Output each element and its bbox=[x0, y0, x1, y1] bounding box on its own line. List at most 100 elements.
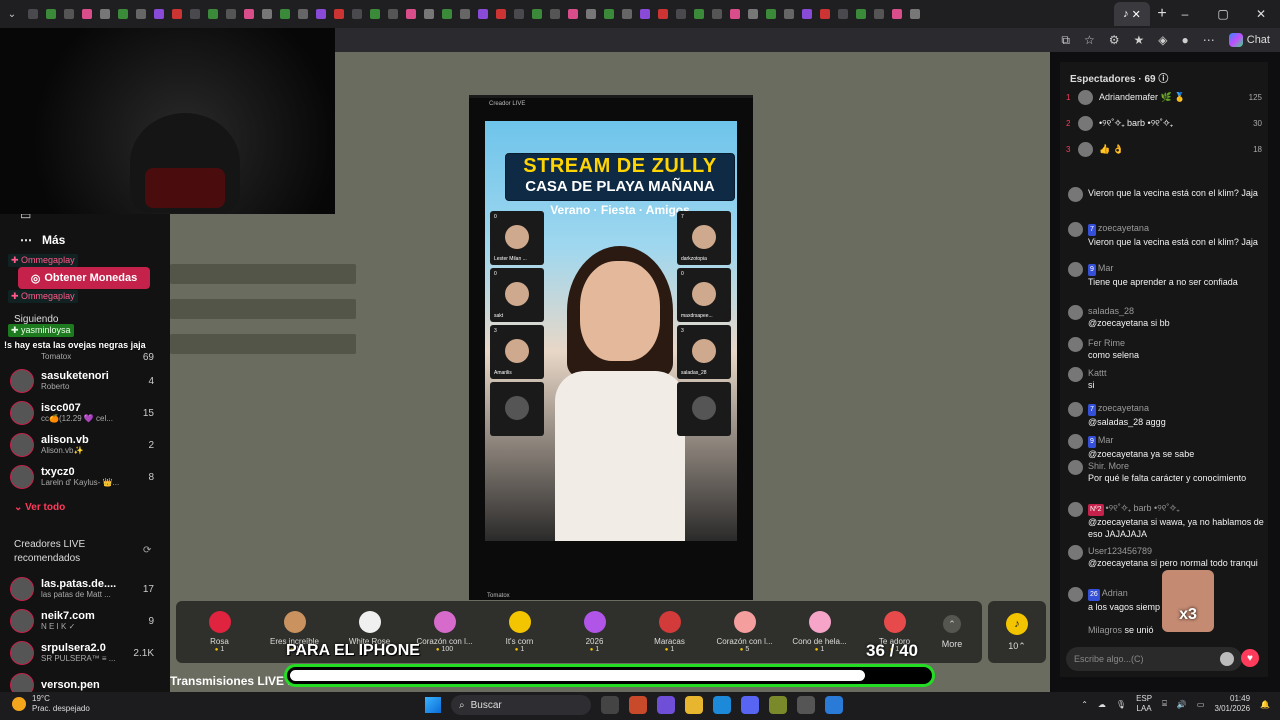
viewer-row[interactable]: 2 •୨୧˚✧₊ barb •୨୧˚✧₊ 30 bbox=[1066, 114, 1262, 132]
battery-icon[interactable]: ▭ bbox=[1197, 700, 1205, 709]
emoji-icon[interactable] bbox=[1220, 652, 1234, 666]
coin-balance[interactable]: ♪ 10⌃ bbox=[988, 601, 1046, 663]
following-item[interactable]: sasuketenori Roberto 4 bbox=[10, 366, 160, 396]
gift-item[interactable]: Maracas1 bbox=[632, 602, 707, 662]
info-icon[interactable]: ⓘ bbox=[1158, 74, 1168, 85]
gift-item[interactable]: Rosa1 bbox=[182, 602, 257, 662]
tab-favicon-icon[interactable] bbox=[64, 9, 74, 19]
chat-message[interactable]: Nº2 •୨୧˚✧₊ barb •୨୧˚✧₊ @zoecayetana si waw… bbox=[1068, 502, 1264, 540]
chat-message[interactable]: 7 zoecayetana @saladas_28 aggg bbox=[1068, 402, 1264, 428]
favorite-star-icon[interactable]: ☆ bbox=[1084, 33, 1095, 47]
tab-favicon-icon[interactable] bbox=[316, 9, 326, 19]
more-gifts-button[interactable]: ⌃ More bbox=[932, 615, 972, 649]
more-menu-item[interactable]: ⋯ Más bbox=[20, 233, 65, 247]
tab-favicon-icon[interactable] bbox=[532, 9, 542, 19]
shield-icon[interactable]: ◈ bbox=[1158, 33, 1167, 47]
chat-message[interactable]: Kattt si bbox=[1068, 367, 1264, 391]
guest-tile[interactable]: 0 Lester Milan ... bbox=[490, 211, 544, 265]
close-tab-icon[interactable]: ✕ bbox=[1132, 8, 1141, 21]
open-in-app-icon[interactable]: ⧉ bbox=[1061, 33, 1070, 48]
close-window-button[interactable]: ✕ bbox=[1242, 0, 1280, 28]
gift-item[interactable]: It's corn1 bbox=[482, 602, 557, 662]
favorites-icon[interactable]: ★ bbox=[1134, 33, 1145, 47]
tab-favicon-icon[interactable] bbox=[334, 9, 344, 19]
following-item-partial[interactable]: Tomatox 69 bbox=[10, 350, 160, 364]
tab-favicon-icon[interactable] bbox=[280, 9, 290, 19]
tab-favicon-icon[interactable] bbox=[784, 9, 794, 19]
active-tab[interactable]: ♪ ✕ bbox=[1114, 2, 1150, 26]
tab-favicon-icon[interactable] bbox=[514, 9, 524, 19]
tab-favicon-icon[interactable] bbox=[802, 9, 812, 19]
tab-favicon-icon[interactable] bbox=[676, 9, 686, 19]
windows-start-icon[interactable] bbox=[425, 697, 441, 713]
tab-favicon-icon[interactable] bbox=[766, 9, 776, 19]
tab-favicon-icon[interactable] bbox=[874, 9, 884, 19]
tab-favicon-icon[interactable] bbox=[838, 9, 848, 19]
chat-message[interactable]: User123456789 @zoecayetana si pero normal… bbox=[1068, 545, 1264, 569]
tab-favicon-icon[interactable] bbox=[226, 9, 236, 19]
chat-message[interactable]: 9 Mar Tiene que aprender a no ser confiada bbox=[1068, 262, 1264, 288]
store-icon[interactable] bbox=[629, 696, 647, 714]
tab-favicon-icon[interactable] bbox=[550, 9, 560, 19]
chat-message[interactable]: Fer Rime como selena bbox=[1068, 337, 1264, 361]
tab-favicon-icon[interactable] bbox=[190, 9, 200, 19]
tab-favicon-icon[interactable] bbox=[352, 9, 362, 19]
tab-favicon-icon[interactable] bbox=[748, 9, 758, 19]
tab-favicon-icon[interactable] bbox=[154, 9, 164, 19]
tab-favicon-icon[interactable] bbox=[712, 9, 722, 19]
following-item[interactable]: iscc007 cc🍊(12.29 💜 cel... 15 bbox=[10, 398, 160, 428]
language-indicator[interactable]: ESP LAA bbox=[1136, 694, 1152, 714]
viewer-row[interactable]: 1 Adriandemafer 🌿 🥇 125 bbox=[1066, 88, 1262, 106]
chat-message[interactable]: 7 zoecayetana Vieron que la vecina está co… bbox=[1068, 222, 1264, 248]
refresh-icon[interactable]: ⟳ bbox=[143, 545, 151, 556]
gift-item[interactable]: 20261 bbox=[557, 602, 632, 662]
tab-favicon-icon[interactable] bbox=[172, 9, 182, 19]
tab-favicon-icon[interactable] bbox=[460, 9, 470, 19]
tab-favicon-icon[interactable] bbox=[136, 9, 146, 19]
chat-message[interactable]: Vieron que la vecina está con el klim? J… bbox=[1068, 187, 1264, 202]
recommended-item[interactable]: neik7.com N E I K ✓ 9 bbox=[10, 606, 160, 636]
tab-favicon-icon[interactable] bbox=[388, 9, 398, 19]
recommended-item[interactable]: las.patas.de.... las patas de Matt ... 17 bbox=[10, 574, 160, 604]
discord-icon[interactable] bbox=[741, 696, 759, 714]
gift-item[interactable]: Corazón con l...5 bbox=[707, 602, 782, 662]
tab-favicon-icon[interactable] bbox=[694, 9, 704, 19]
gift-item[interactable]: Cono de hela...1 bbox=[782, 602, 857, 662]
obs-icon[interactable] bbox=[797, 696, 815, 714]
tab-favicon-icon[interactable] bbox=[478, 9, 488, 19]
tab-favicon-icon[interactable] bbox=[640, 9, 650, 19]
file-explorer-icon[interactable] bbox=[685, 696, 703, 714]
live-video-player[interactable]: Creador LIVE STREAM DE ZULLY CASA DE PLA… bbox=[469, 95, 753, 600]
tab-favicon-icon[interactable] bbox=[28, 9, 38, 19]
chat-message[interactable]: Shir. More Por qué le falta carácter y co… bbox=[1068, 460, 1264, 484]
guest-tile[interactable]: 3 saladas_28 bbox=[677, 325, 731, 379]
tab-favicon-icon[interactable] bbox=[208, 9, 218, 19]
maximize-button[interactable]: ▢ bbox=[1204, 0, 1242, 28]
chat-input[interactable]: Escribe algo...(C) bbox=[1066, 647, 1242, 671]
tab-favicon-icon[interactable] bbox=[298, 9, 308, 19]
network-icon[interactable]: ⌸ bbox=[1162, 699, 1167, 709]
tab-favicon-icon[interactable] bbox=[424, 9, 434, 19]
guest-tile[interactable]: 3 Amarilis bbox=[490, 325, 544, 379]
tab-favicon-icon[interactable] bbox=[118, 9, 128, 19]
tab-favicon-icon[interactable] bbox=[568, 9, 578, 19]
tab-favicon-icon[interactable] bbox=[442, 9, 452, 19]
tab-favicon-icon[interactable] bbox=[730, 9, 740, 19]
guest-tile[interactable]: 7 darkzotopia bbox=[677, 211, 731, 265]
tab-list-button[interactable]: ⌄ bbox=[0, 0, 24, 28]
taskbar-search[interactable]: ⌕ Buscar bbox=[451, 695, 591, 715]
tab-favicon-icon[interactable] bbox=[100, 9, 110, 19]
tab-favicon-icon[interactable] bbox=[856, 9, 866, 19]
mic-icon[interactable]: 🎙 bbox=[1116, 700, 1126, 709]
following-item[interactable]: txycz0 Lareln d' Kaylus- 👑... 8 bbox=[10, 462, 160, 492]
tab-favicon-icon[interactable] bbox=[892, 9, 902, 19]
tab-favicon-icon[interactable] bbox=[820, 9, 830, 19]
extensions-icon[interactable]: ⚙ bbox=[1109, 33, 1120, 47]
tab-favicon-icon[interactable] bbox=[622, 9, 632, 19]
tab-favicon-icon[interactable] bbox=[406, 9, 416, 19]
profile-avatar-icon[interactable]: ● bbox=[1182, 33, 1189, 47]
tab-favicon-icon[interactable] bbox=[604, 9, 614, 19]
app-icon[interactable] bbox=[769, 696, 787, 714]
tab-favicon-icon[interactable] bbox=[658, 9, 668, 19]
edge-icon[interactable] bbox=[713, 696, 731, 714]
